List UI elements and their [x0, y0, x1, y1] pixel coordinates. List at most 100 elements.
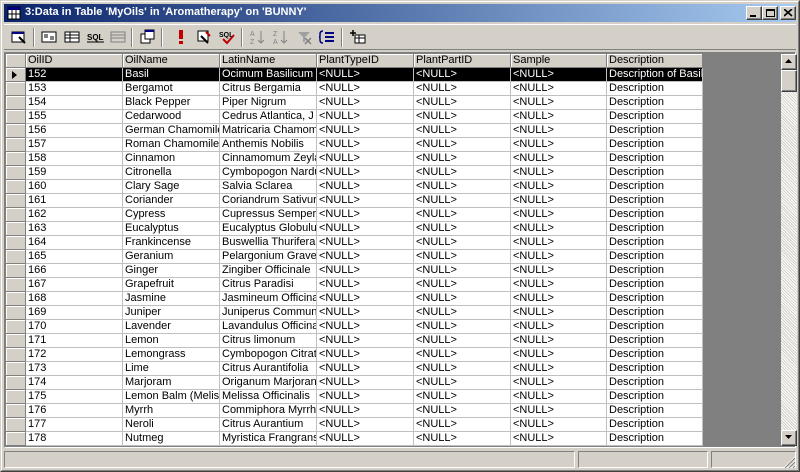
cell-latinname[interactable]: Jasmineum Officina — [220, 292, 317, 306]
cell-plantpartid[interactable]: <NULL> — [414, 376, 511, 390]
table-row[interactable]: 172 Lemongrass Cymbopogon Citrat <NULL> <NUL… — [6, 348, 703, 362]
table-row[interactable]: 166 Ginger Zingiber Officinale <NULL> <NULL>… — [6, 264, 703, 278]
table-row[interactable]: 178 Nutmeg Myristica Frangrans <NULL> <NULL>… — [6, 432, 703, 446]
cell-sample[interactable]: <NULL> — [511, 362, 607, 376]
cell-sample[interactable]: <NULL> — [511, 390, 607, 404]
cell-description[interactable]: Description — [607, 152, 703, 166]
row-selector[interactable] — [6, 376, 26, 390]
cell-planttypeid[interactable]: <NULL> — [317, 166, 414, 180]
minimize-button[interactable] — [746, 6, 762, 20]
cell-planttypeid[interactable]: <NULL> — [317, 264, 414, 278]
cell-plantpartid[interactable]: <NULL> — [414, 110, 511, 124]
cell-plantpartid[interactable]: <NULL> — [414, 264, 511, 278]
cell-planttypeid[interactable]: <NULL> — [317, 208, 414, 222]
cell-planttypeid[interactable]: <NULL> — [317, 194, 414, 208]
table-row[interactable]: 152 Basil Ocimum Basilicum <NULL> <NULL> <NUL… — [6, 68, 703, 82]
cell-oilname[interactable]: Grapefruit — [123, 278, 220, 292]
table-row[interactable]: 158 Cinnamon Cinnamomum Zeyla <NULL> <NULL> <… — [6, 152, 703, 166]
maximize-button[interactable] — [762, 6, 778, 20]
cell-description[interactable]: Description — [607, 418, 703, 432]
cell-planttypeid[interactable]: <NULL> — [317, 418, 414, 432]
cell-description[interactable]: Description — [607, 278, 703, 292]
cell-description[interactable]: Description — [607, 250, 703, 264]
column-header-description[interactable]: Description — [607, 54, 703, 68]
row-selector[interactable] — [6, 362, 26, 376]
table-row[interactable]: 163 Eucalyptus Eucalyptus Globulu <NULL> <NU… — [6, 222, 703, 236]
cell-plantpartid[interactable]: <NULL> — [414, 278, 511, 292]
cell-latinname[interactable]: Cymbopogon Citrat — [220, 348, 317, 362]
remove-filter-x-button[interactable] — [293, 27, 315, 48]
cell-oilid[interactable]: 165 — [26, 250, 123, 264]
run-button[interactable] — [170, 27, 192, 48]
cell-sample[interactable]: <NULL> — [511, 418, 607, 432]
row-selector[interactable] — [6, 138, 26, 152]
cell-plantpartid[interactable]: <NULL> — [414, 222, 511, 236]
row-selector[interactable] — [6, 110, 26, 124]
cell-oilid[interactable]: 178 — [26, 432, 123, 446]
cell-oilname[interactable]: Geranium — [123, 250, 220, 264]
cell-latinname[interactable]: Pelargonium Grave — [220, 250, 317, 264]
cell-plantpartid[interactable]: <NULL> — [414, 292, 511, 306]
row-selector[interactable] — [6, 180, 26, 194]
table-row[interactable]: 165 Geranium Pelargonium Grave <NULL> <NULL>… — [6, 250, 703, 264]
cell-plantpartid[interactable]: <NULL> — [414, 96, 511, 110]
show-grid-pane-button[interactable] — [61, 27, 83, 48]
cell-description[interactable]: Description — [607, 390, 703, 404]
cell-plantpartid[interactable]: <NULL> — [414, 208, 511, 222]
cell-oilname[interactable]: Roman Chamomile — [123, 138, 220, 152]
table-row[interactable]: 157 Roman Chamomile Anthemis Nobilis <NULL>… — [6, 138, 703, 152]
row-selector[interactable] — [6, 82, 26, 96]
table-row[interactable]: 173 Lime Citrus Aurantifolia <NULL> <NULL> <N… — [6, 362, 703, 376]
cell-description[interactable]: Description — [607, 110, 703, 124]
row-selector[interactable] — [6, 96, 26, 110]
cell-latinname[interactable]: Salvia Sclarea — [220, 180, 317, 194]
cell-oilid[interactable]: 176 — [26, 404, 123, 418]
cell-oilid[interactable]: 152 — [26, 68, 123, 82]
cell-oilid[interactable]: 174 — [26, 376, 123, 390]
column-header-plantpartid[interactable]: PlantPartID — [414, 54, 511, 68]
table-row[interactable]: 164 Frankincense Buswellia Thurifera <NULL>… — [6, 236, 703, 250]
cell-latinname[interactable]: Cinnamomum Zeyla — [220, 152, 317, 166]
sort-descending-button[interactable]: Z A — [270, 27, 292, 48]
cell-description[interactable]: Description — [607, 236, 703, 250]
cell-latinname[interactable]: Citrus Aurantifolia — [220, 362, 317, 376]
cell-oilid[interactable]: 157 — [26, 138, 123, 152]
cell-latinname[interactable]: Lavandulus Officina — [220, 320, 317, 334]
cell-planttypeid[interactable]: <NULL> — [317, 110, 414, 124]
row-selector[interactable] — [6, 418, 26, 432]
cell-planttypeid[interactable]: <NULL> — [317, 180, 414, 194]
cell-oilname[interactable]: Jasmine — [123, 292, 220, 306]
cell-description[interactable]: Description — [607, 166, 703, 180]
cell-planttypeid[interactable]: <NULL> — [317, 306, 414, 320]
row-selector[interactable] — [6, 278, 26, 292]
cell-oilid[interactable]: 167 — [26, 278, 123, 292]
cell-oilname[interactable]: German Chamomile — [123, 124, 220, 138]
cell-oilid[interactable]: 155 — [26, 110, 123, 124]
row-selector[interactable] — [6, 348, 26, 362]
cell-plantpartid[interactable]: <NULL> — [414, 320, 511, 334]
cell-plantpartid[interactable]: <NULL> — [414, 166, 511, 180]
cell-description[interactable]: Description — [607, 334, 703, 348]
cell-latinname[interactable]: Citrus limonum — [220, 334, 317, 348]
scroll-up-button[interactable] — [781, 54, 797, 70]
cell-planttypeid[interactable]: <NULL> — [317, 96, 414, 110]
cell-oilid[interactable]: 170 — [26, 320, 123, 334]
row-selector[interactable] — [6, 292, 26, 306]
cell-description[interactable]: Description — [607, 432, 703, 446]
row-selector[interactable] — [6, 208, 26, 222]
cell-sample[interactable]: <NULL> — [511, 82, 607, 96]
cell-plantpartid[interactable]: <NULL> — [414, 124, 511, 138]
cell-planttypeid[interactable]: <NULL> — [317, 222, 414, 236]
cell-planttypeid[interactable]: <NULL> — [317, 292, 414, 306]
cell-oilname[interactable]: Bergamot — [123, 82, 220, 96]
title-bar[interactable]: 3:Data in Table 'MyOils' in 'Aromatherap… — [4, 4, 796, 22]
cell-sample[interactable]: <NULL> — [511, 236, 607, 250]
cell-oilname[interactable]: Lemongrass — [123, 348, 220, 362]
cell-latinname[interactable]: Citrus Paradisi — [220, 278, 317, 292]
column-header-sample[interactable]: Sample — [511, 54, 607, 68]
cell-plantpartid[interactable]: <NULL> — [414, 390, 511, 404]
cell-description[interactable]: Description — [607, 208, 703, 222]
cell-plantpartid[interactable]: <NULL> — [414, 82, 511, 96]
cell-oilname[interactable]: Basil — [123, 68, 220, 82]
table-row[interactable]: 174 Marjoram Origanum Marjoran <NULL> <NULL>… — [6, 376, 703, 390]
